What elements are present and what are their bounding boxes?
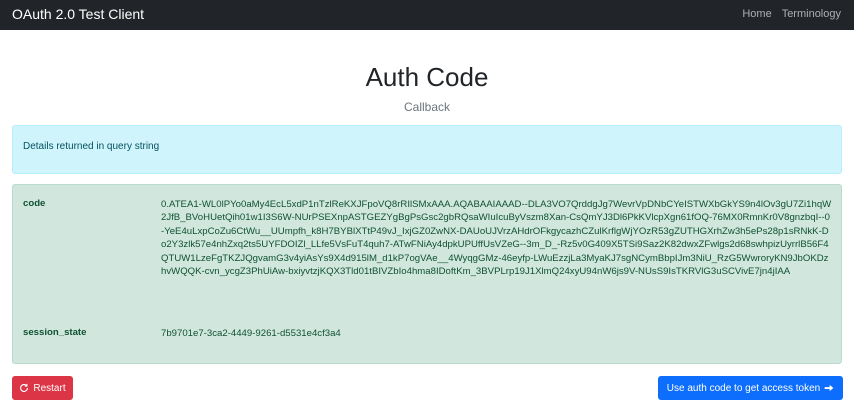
refresh-icon — [19, 383, 29, 393]
arrow-right-icon — [824, 383, 834, 393]
query-params-panel: code 0.ATEA1-WL0lPYo0aMy4EcL5xdP1nTzlReK… — [12, 184, 842, 364]
navbar: OAuth 2.0 Test Client Home Terminology — [0, 0, 854, 30]
nav-link-terminology[interactable]: Terminology — [782, 8, 841, 20]
param-key-code: code — [23, 198, 46, 209]
param-key-session-state: session_state — [23, 327, 87, 338]
param-value-code: 0.ATEA1-WL0lPYo0aMy4EcL5xdP1nTzlReKXJFpo… — [161, 199, 832, 278]
brand-title[interactable]: OAuth 2.0 Test Client — [12, 6, 144, 22]
restart-button-label: Restart — [33, 382, 66, 394]
param-row-session-state: session_state 7b9701e7-3ca2-4449-9261-d5… — [23, 327, 831, 343]
page-subtitle: Callback — [403, 100, 451, 114]
restart-button[interactable]: Restart — [12, 376, 73, 400]
nav-links: Home Terminology — [742, 8, 841, 20]
get-access-token-label: Use auth code to get access token — [666, 382, 821, 394]
info-alert-text: Details returned in query string — [23, 141, 160, 152]
param-value-session-state: 7b9701e7-3ca2-4449-9261-d5531e4cf3a4 — [161, 328, 341, 339]
param-row-code: code 0.ATEA1-WL0lPYo0aMy4EcL5xdP1nTzlReK… — [23, 198, 831, 323]
nav-link-home[interactable]: Home — [742, 8, 771, 20]
page-title: Auth Code — [365, 62, 489, 92]
get-access-token-button[interactable]: Use auth code to get access token — [658, 376, 843, 400]
info-alert: Details returned in query string — [12, 125, 842, 174]
